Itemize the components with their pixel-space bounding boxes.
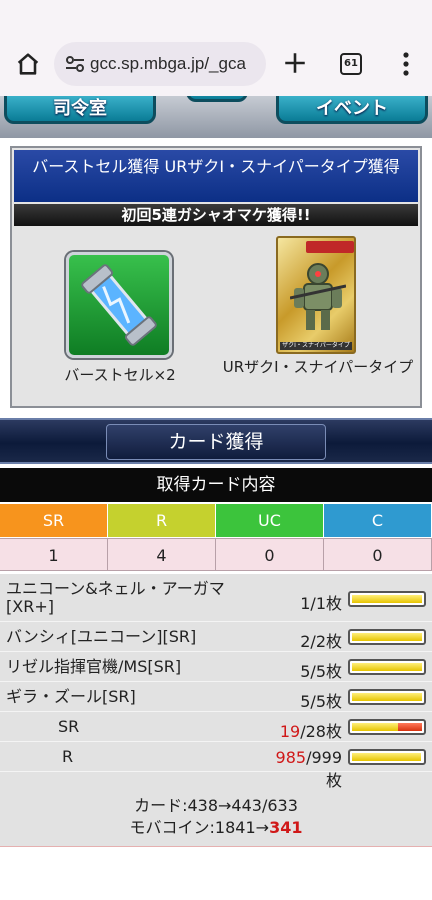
burst-cell-item-icon <box>66 252 172 358</box>
card-count: 1/1枚 <box>272 590 342 614</box>
tab-switcher-icon[interactable]: 61 <box>340 53 362 75</box>
total-label: SR <box>58 717 80 736</box>
nav-center-button[interactable] <box>186 96 248 102</box>
total-label: R <box>62 747 74 766</box>
total-gauge <box>348 749 426 765</box>
card-total-line: カード:438→443/633 <box>134 796 298 815</box>
ur-card-label: URザクI・スナイパータイプ <box>222 358 414 376</box>
burst-cell-label: バーストセル×2 <box>64 366 176 384</box>
total-gauge <box>348 719 426 735</box>
more-menu-icon[interactable] <box>396 50 416 78</box>
address-bar[interactable]: gcc.sp.mbga.jp/_gca <box>54 42 266 86</box>
rarity-c-header: C <box>324 504 432 537</box>
card-count-total: /2枚 <box>310 632 342 651</box>
rarity-r-count: 4 <box>108 538 216 571</box>
total-count: 985/999枚 <box>272 748 342 791</box>
card-gauge-fill <box>352 633 422 641</box>
card-count-total: /5枚 <box>310 662 342 681</box>
card-count-owned: 1 <box>300 594 311 613</box>
card-name-line1: ユニコーン&ネェル・アーガマ <box>6 579 225 598</box>
game-nav: 司令室 イベント <box>0 96 432 138</box>
card-name: ギラ・ズール[SR] <box>6 687 136 706</box>
url-text: gcc.sp.mbga.jp/_gca <box>90 54 246 73</box>
rarity-header-row: SR R UC C <box>0 504 432 537</box>
total-count: 19/28枚 <box>272 718 342 742</box>
home-icon[interactable] <box>14 50 42 78</box>
card-gauge <box>348 629 426 645</box>
summary-heading: 取得カード内容 <box>0 468 432 502</box>
card-logo <box>306 241 354 253</box>
card-name: バンシィ[ユニコーン][SR] <box>6 627 197 646</box>
ur-zaku-sniper-card-image: ザクI・スナイパータイプ <box>276 236 356 354</box>
mobacoin-value: 341 <box>269 818 303 837</box>
card-gauge-fill <box>352 663 422 671</box>
card-row: ギラ・ズール[SR] 5/5枚 <box>0 682 432 712</box>
site-settings-icon[interactable] <box>64 54 86 74</box>
new-tab-icon[interactable] <box>282 50 308 76</box>
total-count-total: /28枚 <box>300 722 342 741</box>
card-count-owned: 5 <box>300 692 311 711</box>
mobacoin-prefix: モバコイン:1841→ <box>129 818 270 837</box>
card-gauge-fill <box>352 693 422 701</box>
rarity-c-count: 0 <box>324 538 432 571</box>
card-count: 2/2枚 <box>272 628 342 652</box>
card-name-line2: [XR+] <box>6 597 54 616</box>
bonus-panel: バーストセル獲得 URザクI・スナイパータイプ獲得 初回5連ガシャオマケ獲得!!… <box>10 146 422 408</box>
total-count-owned: 985 <box>275 748 307 767</box>
card-row: バンシィ[ユニコーン][SR] 2/2枚 <box>0 622 432 652</box>
divider <box>0 846 432 847</box>
total-gauge-fill <box>352 723 400 731</box>
rarity-sr-count: 1 <box>0 538 108 571</box>
nav-event-button[interactable]: イベント <box>276 96 428 124</box>
total-gauge-fill <box>352 753 422 761</box>
card-gauge <box>348 689 426 705</box>
card-get-banner: カード獲得 <box>0 418 432 464</box>
card-count-total: /5枚 <box>310 692 342 711</box>
browser-toolbar: gcc.sp.mbga.jp/_gca 61 <box>0 0 432 96</box>
card-gauge-fill <box>352 595 422 603</box>
summary-footer: カード:438→443/633 モバコイン:1841→341 <box>0 788 432 846</box>
rarity-uc-count: 0 <box>216 538 324 571</box>
card-name: リゼル指揮官機/MS[SR] <box>6 657 182 676</box>
card-row: ユニコーン&ネェル・アーガマ [XR+] 1/1枚 <box>0 574 432 622</box>
rarity-sr-header: SR <box>0 504 108 537</box>
card-count-owned: 2 <box>300 632 311 651</box>
card-count: 5/5枚 <box>272 658 342 682</box>
nav-command-room-button[interactable]: 司令室 <box>4 96 156 124</box>
total-row-sr: SR 19/28枚 <box>0 712 432 742</box>
card-count-owned: 5 <box>300 662 311 681</box>
card-row: リゼル指揮官機/MS[SR] 5/5枚 <box>0 652 432 682</box>
rarity-uc-header: UC <box>216 504 324 537</box>
card-gauge <box>348 591 426 607</box>
card-summary: 取得カード内容 SR R UC C 1 4 0 0 ユニコーン&ネェル・アーガマ… <box>0 468 432 900</box>
card-name: ユニコーン&ネェル・アーガマ [XR+] <box>6 580 225 616</box>
card-caption: ザクI・スナイパータイプ <box>280 342 352 350</box>
card-list: ユニコーン&ネェル・アーガマ [XR+] 1/1枚 バンシィ[ユニコーン][SR… <box>0 574 432 790</box>
total-count-total: /999枚 <box>306 748 342 790</box>
zaku-robot-illustration <box>290 263 346 330</box>
total-gauge-overlay <box>398 723 422 731</box>
bonus-title: バーストセル獲得 URザクI・スナイパータイプ獲得 <box>14 150 418 202</box>
total-row-r: R 985/999枚 <box>0 742 432 790</box>
card-count-total: /1枚 <box>310 594 342 613</box>
bonus-subtitle: 初回5連ガシャオマケ獲得!! <box>14 204 418 226</box>
rarity-count-row: 1 4 0 0 <box>0 538 432 571</box>
rarity-r-header: R <box>108 504 216 537</box>
card-count: 5/5枚 <box>272 688 342 712</box>
mobacoin-line: モバコイン:1841→341 <box>0 814 432 838</box>
total-count-owned: 19 <box>279 722 301 741</box>
card-gauge <box>348 659 426 675</box>
card-get-title: カード獲得 <box>106 424 326 460</box>
